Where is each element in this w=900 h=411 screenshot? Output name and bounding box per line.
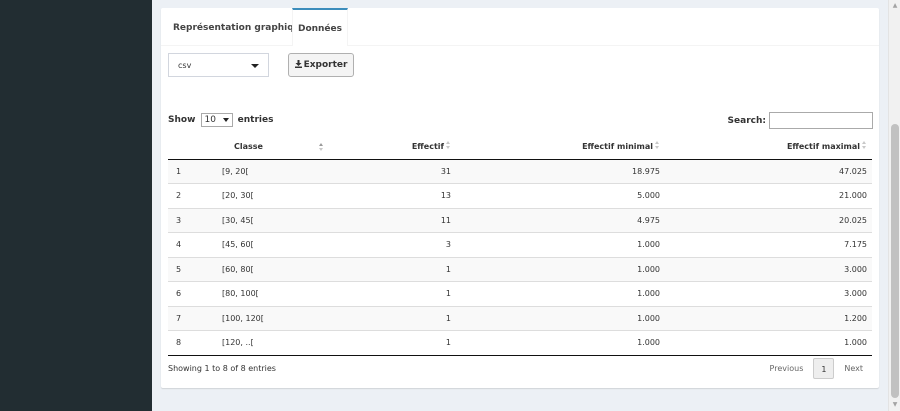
format-select-value: csv bbox=[178, 61, 192, 70]
column-header-label: Effectif maximal bbox=[786, 142, 860, 152]
tab-donnees[interactable]: Données bbox=[292, 8, 348, 46]
cell-index: 1 bbox=[168, 158, 222, 184]
cell-index: 3 bbox=[168, 207, 222, 233]
cell-effectif-maximal: 47.025 bbox=[664, 158, 872, 184]
data-table: Classe Effectif Effectif minimal Effecti… bbox=[168, 134, 872, 356]
cell-effectif: 11 bbox=[332, 207, 457, 233]
table-row: 7 [100, 120[1 1.000 1.200 bbox=[168, 305, 872, 331]
column-header-label: Classe bbox=[234, 141, 263, 151]
sort-icon bbox=[319, 143, 324, 152]
pagination: Previous 1 Next bbox=[760, 358, 873, 379]
cell-effectif: 1 bbox=[332, 256, 457, 282]
page-1-button[interactable]: 1 bbox=[813, 358, 835, 379]
table-row: 5 [60, 80[1 1.000 3.000 bbox=[168, 256, 872, 282]
export-button[interactable]: Exporter bbox=[288, 53, 354, 77]
cell-effectif-minimal: 1.000 bbox=[457, 330, 664, 356]
cell-effectif-minimal: 1.000 bbox=[457, 305, 664, 331]
cell-classe: [9, 20[ bbox=[222, 158, 332, 184]
cell-effectif: 31 bbox=[332, 158, 457, 184]
cell-effectif-maximal: 21.000 bbox=[664, 183, 872, 208]
search-control: Search: bbox=[728, 112, 873, 130]
cell-effectif: 1 bbox=[332, 305, 457, 331]
cell-effectif-maximal: 3.000 bbox=[664, 256, 872, 282]
table-row: 6 [80, 100[1 1.000 3.000 bbox=[168, 281, 872, 306]
column-header-effectif-minimal[interactable]: Effectif minimal bbox=[457, 134, 664, 160]
length-control: Show 10 entries bbox=[168, 113, 273, 127]
length-prefix: Show bbox=[168, 115, 196, 125]
cell-effectif: 13 bbox=[332, 183, 457, 208]
cell-classe: [20, 30[ bbox=[222, 183, 332, 208]
cell-effectif: 1 bbox=[332, 281, 457, 306]
cell-index: 8 bbox=[168, 330, 222, 356]
table-row: 4 [45, 60[3 1.000 7.175 bbox=[168, 232, 872, 257]
previous-button[interactable]: Previous bbox=[760, 358, 814, 379]
sort-icon bbox=[655, 141, 660, 150]
length-suffix: entries bbox=[237, 115, 274, 125]
sort-icon bbox=[446, 141, 451, 150]
cell-effectif-minimal: 1.000 bbox=[457, 232, 664, 257]
search-input[interactable] bbox=[769, 112, 873, 129]
column-header-classe[interactable]: Classe bbox=[222, 134, 332, 160]
scroll-up-icon[interactable]: ▲ bbox=[889, 0, 900, 12]
cell-classe: [30, 45[ bbox=[222, 207, 332, 233]
cell-effectif-maximal: 1.000 bbox=[664, 330, 872, 356]
cell-classe: [120, ..[ bbox=[222, 330, 332, 356]
scrollbar[interactable]: ▲ ▼ bbox=[888, 0, 900, 411]
scroll-thumb[interactable] bbox=[891, 124, 899, 398]
next-button[interactable]: Next bbox=[834, 358, 873, 379]
tab-box: Représentation graphique Données csv Exp… bbox=[161, 8, 879, 388]
sidebar bbox=[0, 0, 152, 411]
cell-effectif: 3 bbox=[332, 232, 457, 257]
cell-effectif-maximal: 20.025 bbox=[664, 207, 872, 233]
cell-effectif-minimal: 5.000 bbox=[457, 183, 664, 208]
length-select[interactable]: 10 bbox=[200, 113, 233, 127]
cell-index: 4 bbox=[168, 232, 222, 257]
table-info: Showing 1 to 8 of 8 entries bbox=[168, 364, 276, 373]
column-header-effectif-maximal[interactable]: Effectif maximal bbox=[664, 134, 872, 160]
cell-effectif-maximal: 1.200 bbox=[664, 305, 872, 331]
cell-index: 5 bbox=[168, 256, 222, 282]
cell-effectif-minimal: 4.975 bbox=[457, 207, 664, 233]
search-label: Search: bbox=[727, 116, 766, 126]
length-select-value: 10 bbox=[204, 115, 216, 125]
download-icon bbox=[294, 60, 302, 68]
column-header-label: Effectif bbox=[411, 142, 444, 152]
chevron-down-icon bbox=[222, 118, 229, 122]
table-header-row: Classe Effectif Effectif minimal Effecti… bbox=[168, 134, 872, 160]
column-header-index bbox=[168, 134, 222, 160]
main-content: Représentation graphique Données csv Exp… bbox=[152, 0, 888, 411]
cell-effectif-minimal: 1.000 bbox=[457, 256, 664, 282]
column-header-effectif[interactable]: Effectif bbox=[332, 134, 457, 160]
chevron-down-icon bbox=[251, 64, 259, 68]
export-button-label: Exporter bbox=[303, 60, 348, 70]
cell-classe: [80, 100[ bbox=[222, 281, 332, 306]
cell-effectif-minimal: 1.000 bbox=[457, 281, 664, 306]
scroll-down-icon[interactable]: ▼ bbox=[889, 399, 900, 411]
cell-effectif: 1 bbox=[332, 330, 457, 356]
cell-effectif-maximal: 7.175 bbox=[664, 232, 872, 257]
tab-bar: Représentation graphique Données bbox=[161, 8, 879, 46]
cell-effectif-maximal: 3.000 bbox=[664, 281, 872, 306]
format-select[interactable]: csv bbox=[168, 53, 269, 77]
sort-icon bbox=[862, 141, 867, 150]
cell-classe: [60, 80[ bbox=[222, 256, 332, 282]
cell-index: 2 bbox=[168, 183, 222, 208]
cell-effectif-minimal: 18.975 bbox=[457, 158, 664, 184]
column-header-label: Effectif minimal bbox=[582, 142, 653, 152]
table-row: 2 [20, 30[13 5.000 21.000 bbox=[168, 183, 872, 208]
cell-classe: [45, 60[ bbox=[222, 232, 332, 257]
cell-index: 6 bbox=[168, 281, 222, 306]
cell-index: 7 bbox=[168, 305, 222, 331]
table-row: 3 [30, 45[11 4.975 20.025 bbox=[168, 207, 872, 233]
table-row: 1 [9, 20[31 18.975 47.025 bbox=[168, 158, 872, 184]
table-row: 8 [120, ..[1 1.000 1.000 bbox=[168, 330, 872, 356]
cell-classe: [100, 120[ bbox=[222, 305, 332, 331]
